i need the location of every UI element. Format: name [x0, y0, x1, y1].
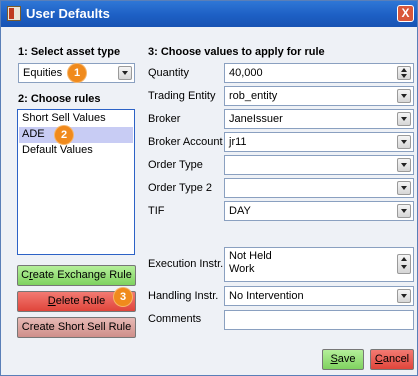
- order-type-select[interactable]: [224, 155, 414, 175]
- broker-label: Broker: [148, 113, 181, 125]
- execution-instr-label: Execution Instr.: [148, 258, 224, 270]
- chevron-down-icon[interactable]: [397, 158, 411, 172]
- asset-type-value: Equities: [23, 67, 63, 79]
- order-type-2-label: Order Type 2: [148, 182, 212, 194]
- broker-account-label: Broker Account: [148, 136, 223, 148]
- rule-item-default-values[interactable]: Default Values: [19, 143, 133, 159]
- comments-field[interactable]: [224, 310, 414, 330]
- create-exchange-rule-button[interactable]: Create Exchange Rule: [17, 265, 136, 286]
- scroll-arrows-icon[interactable]: [397, 254, 411, 274]
- handling-instr-value: No Intervention: [229, 290, 304, 302]
- user-defaults-dialog: User Defaults X 1: Select asset type Equ…: [0, 0, 418, 376]
- execution-instr-list[interactable]: Not Held Work: [224, 247, 414, 282]
- step-badge-1: 1: [68, 64, 86, 82]
- rules-list[interactable]: Short Sell Values ADE Default Values: [17, 109, 135, 255]
- stepper-arrows-icon[interactable]: [397, 66, 411, 80]
- rule-item-short-sell-values[interactable]: Short Sell Values: [19, 111, 133, 127]
- step-badge-3: 3: [114, 288, 132, 306]
- close-button[interactable]: X: [397, 5, 414, 22]
- trading-entity-value: rob_entity: [229, 90, 278, 102]
- title-bar[interactable]: User Defaults X: [1, 1, 417, 27]
- chevron-down-icon[interactable]: [397, 289, 411, 303]
- cancel-button[interactable]: Cancel: [370, 349, 414, 370]
- quantity-label: Quantity: [148, 67, 189, 79]
- handling-instr-label: Handling Instr.: [148, 290, 219, 302]
- rules-heading: 2: Choose rules: [18, 93, 101, 105]
- comments-label: Comments: [148, 313, 202, 325]
- broker-value: JaneIssuer: [229, 113, 283, 125]
- tif-label: TIF: [148, 205, 165, 217]
- save-button[interactable]: Save: [322, 349, 364, 370]
- quantity-value: 40,000: [229, 67, 263, 79]
- asset-type-heading: 1: Select asset type: [18, 46, 121, 58]
- chevron-down-icon[interactable]: [118, 66, 132, 80]
- trading-entity-label: Trading Entity: [148, 90, 216, 102]
- chevron-down-icon[interactable]: [397, 112, 411, 126]
- chevron-down-icon[interactable]: [397, 181, 411, 195]
- trading-entity-select[interactable]: rob_entity: [224, 86, 414, 106]
- chevron-down-icon[interactable]: [397, 89, 411, 103]
- handling-instr-select[interactable]: No Intervention: [224, 286, 414, 306]
- tif-value: DAY: [229, 205, 251, 217]
- step-badge-2: 2: [55, 126, 73, 144]
- quantity-stepper[interactable]: 40,000: [224, 63, 414, 83]
- chevron-down-icon[interactable]: [397, 135, 411, 149]
- values-heading: 3: Choose values to apply for rule: [148, 46, 325, 58]
- broker-account-value: jr11: [229, 136, 247, 148]
- window-title: User Defaults: [26, 6, 110, 21]
- broker-account-select[interactable]: jr11: [224, 132, 414, 152]
- tif-select[interactable]: DAY: [224, 201, 414, 221]
- app-icon: [7, 6, 21, 21]
- chevron-down-icon[interactable]: [397, 204, 411, 218]
- order-type-label: Order Type: [148, 159, 203, 171]
- order-type-2-select[interactable]: [224, 178, 414, 198]
- create-short-sell-rule-button[interactable]: Create Short Sell Rule: [17, 317, 136, 338]
- rule-item-ade[interactable]: ADE: [19, 127, 133, 143]
- execution-instr-option[interactable]: Work: [229, 263, 413, 276]
- execution-instr-option[interactable]: Not Held: [229, 250, 413, 263]
- broker-select[interactable]: JaneIssuer: [224, 109, 414, 129]
